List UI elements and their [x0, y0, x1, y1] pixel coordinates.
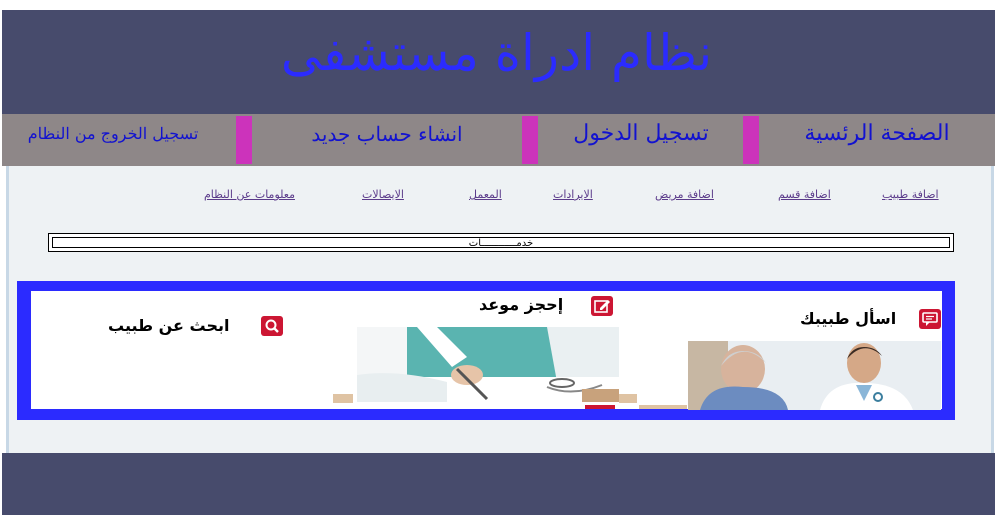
- link-add-doctor[interactable]: اضافة طبيب: [882, 188, 939, 201]
- nav-login[interactable]: تسجيل الدخول: [540, 114, 742, 166]
- image-strip: [639, 405, 687, 409]
- nav-separator: [522, 116, 538, 164]
- nav-register[interactable]: انشاء حساب جديد: [254, 114, 520, 166]
- chat-icon: [919, 309, 941, 329]
- image-strip: [333, 394, 353, 403]
- services-label: خدمــــــــــــات: [52, 237, 950, 249]
- image-strip-accent: [585, 405, 615, 409]
- nav-separator: [743, 116, 759, 164]
- nav-separator: [236, 116, 252, 164]
- link-lab[interactable]: المعمل: [469, 188, 502, 201]
- card-book-title[interactable]: إحجز موعد: [479, 295, 563, 314]
- card-ask-title[interactable]: اسأل طبيبك: [800, 309, 896, 328]
- main-nav: تسجيل الخروج من النظام انشاء حساب جديد ت…: [2, 114, 995, 166]
- image-strip: [619, 394, 637, 403]
- card-search-title[interactable]: ابحث عن طبيب: [108, 316, 230, 335]
- link-receipts[interactable]: الايصالات: [362, 188, 404, 201]
- edit-icon: [591, 296, 613, 316]
- nav-logout[interactable]: تسجيل الخروج من النظام: [8, 114, 218, 166]
- doctor-patient-image: [688, 341, 941, 410]
- nav-home[interactable]: الصفحة الرئسية: [762, 114, 992, 166]
- link-about[interactable]: معلومات عن النظام: [204, 188, 295, 201]
- services-bar: خدمــــــــــــات: [48, 233, 954, 252]
- link-add-patient[interactable]: اضافة مريض: [655, 188, 714, 201]
- footer: [2, 453, 995, 515]
- page-title: نظام ادراة مستشفى: [280, 24, 713, 82]
- link-revenues[interactable]: الايرادات: [553, 188, 593, 201]
- link-add-department[interactable]: اضافة قسم: [778, 188, 831, 201]
- search-icon: [261, 316, 283, 336]
- appointment-image: [357, 327, 619, 402]
